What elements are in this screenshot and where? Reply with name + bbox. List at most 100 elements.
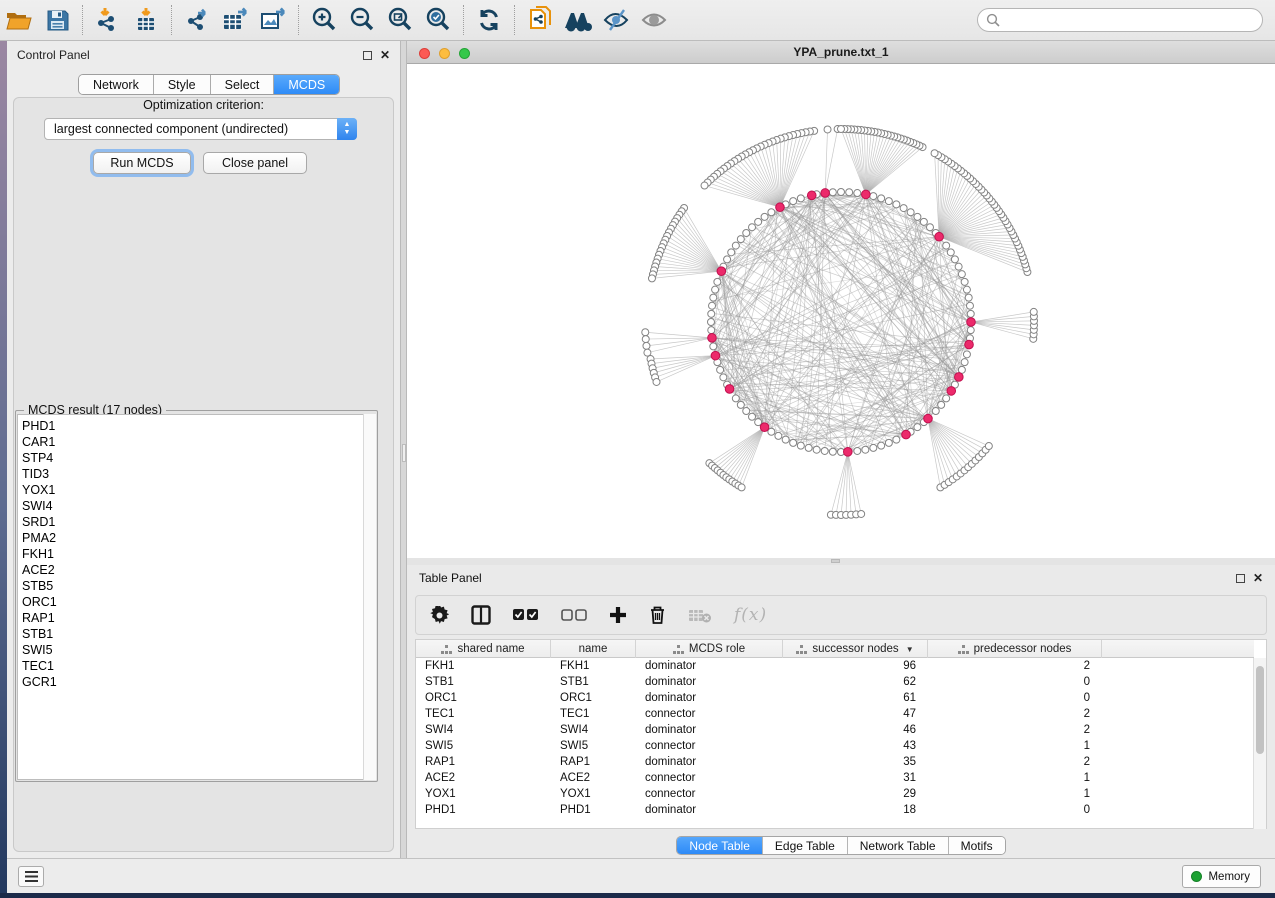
zoom-selected-icon[interactable] [421,5,455,35]
column-header-successor-nodes[interactable]: successor nodes▼ [783,640,928,658]
splitter-grip[interactable] [831,559,840,563]
network-node[interactable] [824,126,831,133]
network-node[interactable] [797,442,804,449]
column-header-shared-name[interactable]: shared name [416,640,551,658]
network-node[interactable] [862,446,869,453]
network-node[interactable] [642,336,649,343]
network-node[interactable] [932,407,939,414]
node-table[interactable]: shared namenameMCDS rolesuccessor nodes▼… [415,639,1267,829]
network-node[interactable] [829,448,836,455]
network-node[interactable] [720,374,727,381]
table-row[interactable]: RAP1RAP1dominator352 [416,754,1254,770]
mcds-hub-node[interactable] [725,385,734,394]
network-node[interactable] [967,327,974,334]
network-node[interactable] [782,436,789,443]
network-node[interactable] [743,230,750,237]
network-node[interactable] [961,359,968,366]
network-node[interactable] [870,444,877,451]
network-node[interactable] [749,224,756,231]
tab-style[interactable]: Style [154,75,211,94]
network-node[interactable] [893,201,900,208]
mcds-result-item[interactable]: TID3 [22,466,364,482]
network-node[interactable] [805,444,812,451]
tab-motifs[interactable]: Motifs [949,837,1005,854]
network-node[interactable] [914,213,921,220]
mcds-result-item[interactable]: PMA2 [22,530,364,546]
network-node[interactable] [710,294,717,301]
mcds-hub-node[interactable] [844,448,853,457]
float-panel-icon[interactable] [1236,574,1245,583]
network-node[interactable] [761,213,768,220]
network-node[interactable] [885,198,892,205]
tab-mcds[interactable]: MCDS [274,75,339,94]
splitter-grip[interactable] [402,444,406,462]
mcds-hub-node[interactable] [955,373,964,382]
network-node[interactable] [714,278,721,285]
memory-button[interactable]: Memory [1182,865,1261,888]
mcds-result-item[interactable]: FKH1 [22,546,364,562]
close-panel-button[interactable]: Close panel [203,152,307,174]
network-node[interactable] [724,256,731,263]
network-node[interactable] [1030,308,1037,315]
network-node[interactable] [926,224,933,231]
tab-select[interactable]: Select [211,75,275,94]
network-node[interactable] [775,432,782,439]
task-history-button[interactable] [18,866,44,887]
network-node[interactable] [854,190,861,197]
close-panel-icon[interactable]: ✕ [380,51,390,60]
mcds-hub-node[interactable] [967,318,976,327]
network-node[interactable] [914,424,921,431]
mcds-result-item[interactable]: STB1 [22,626,364,642]
table-scrollbar[interactable] [1253,658,1266,829]
mcds-result-item[interactable]: STB5 [22,578,364,594]
network-node[interactable] [858,510,865,517]
network-node[interactable] [967,310,974,317]
float-panel-icon[interactable] [363,51,372,60]
table-row[interactable]: PHD1PHD1dominator180 [416,802,1254,818]
mcds-result-item[interactable]: SRD1 [22,514,364,530]
table-row[interactable]: STB1STB1dominator620 [416,674,1254,690]
network-node[interactable] [738,484,745,491]
eye-icon[interactable] [637,5,671,35]
criterion-dropdown[interactable]: largest connected component (undirected)… [44,118,357,140]
mcds-result-item[interactable]: ORC1 [22,594,364,610]
table-row[interactable]: SWI5SWI5connector431 [416,738,1254,754]
network-node[interactable] [737,401,744,408]
network-node[interactable] [648,275,655,282]
network-node[interactable] [938,401,945,408]
mcds-hub-node[interactable] [711,351,720,360]
search-input[interactable] [1001,13,1262,27]
network-node[interactable] [813,446,820,453]
network-node[interactable] [985,443,992,450]
export-table-icon[interactable] [218,5,252,35]
column-header-predecessor-nodes[interactable]: predecessor nodes [928,640,1102,658]
mcds-result-item[interactable]: PHD1 [22,418,364,434]
export-network-icon[interactable] [180,5,214,35]
mcds-hub-node[interactable] [776,203,785,212]
network-node[interactable] [965,294,972,301]
network-node[interactable] [710,343,717,350]
mcds-result-item[interactable]: ACE2 [22,562,364,578]
network-node[interactable] [943,242,950,249]
column-layout-icon[interactable] [471,605,491,625]
close-panel-icon[interactable]: ✕ [1253,574,1263,583]
network-node[interactable] [717,366,724,373]
mcds-hub-node[interactable] [947,387,956,396]
table-row[interactable]: ORC1ORC1dominator610 [416,690,1254,706]
network-node[interactable] [955,263,962,270]
run-mcds-button[interactable]: Run MCDS [93,152,191,174]
tab-edge-table[interactable]: Edge Table [763,837,848,854]
mcds-result-item[interactable]: CAR1 [22,434,364,450]
network-node[interactable] [966,302,973,309]
network-node[interactable] [878,442,885,449]
select-all-icon[interactable] [513,609,539,622]
mcds-result-item[interactable]: SWI5 [22,642,364,658]
mcds-result-item[interactable]: YOX1 [22,482,364,498]
zoom-in-icon[interactable] [307,5,341,35]
mcds-hub-node[interactable] [862,190,871,199]
network-node[interactable] [712,286,719,293]
open-folder-icon[interactable] [2,5,36,35]
export-image-icon[interactable] [256,5,290,35]
network-node[interactable] [829,189,836,196]
network-node[interactable] [900,205,907,212]
